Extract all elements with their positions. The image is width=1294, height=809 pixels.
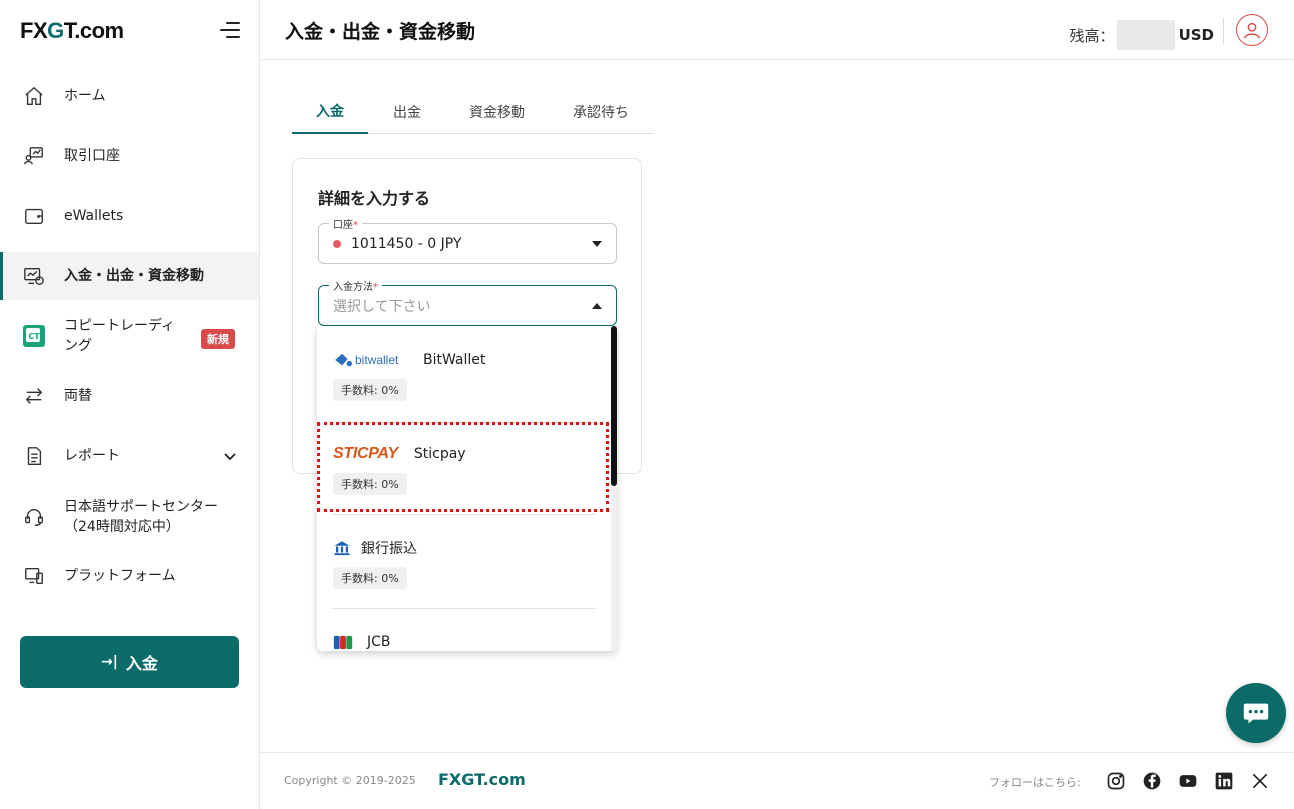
form-title: 詳細を入力する: [318, 189, 431, 208]
balance-value-masked: [1116, 20, 1175, 50]
account-select[interactable]: 口座* 1011450 - 0 JPY: [318, 216, 617, 264]
footer: Copyright © 2019-2025 FXGT.com フォローはこちら:: [260, 752, 1294, 809]
support-icon: [22, 505, 46, 529]
follow-label: フォローはこちら:: [989, 776, 1081, 789]
sidebar-item-label: 取引口座: [64, 148, 120, 164]
fee-badge: 手数料: 0%: [333, 379, 407, 401]
x-twitter-icon[interactable]: [1249, 770, 1271, 792]
option-divider: [333, 608, 596, 609]
dropdown-scrollbar[interactable]: [611, 326, 617, 651]
sidebar-item-exchange[interactable]: 両替: [0, 372, 259, 420]
sidebar-item-label: コピートレーディ ング: [64, 318, 176, 354]
sidebar-item-platform[interactable]: プラットフォーム: [0, 552, 259, 600]
facebook-icon[interactable]: [1141, 770, 1163, 792]
linkedin-icon[interactable]: [1213, 770, 1235, 792]
chat-support-button[interactable]: [1226, 683, 1286, 743]
exchange-icon: [22, 384, 46, 408]
account-select-value: 1011450 - 0 JPY: [351, 235, 462, 252]
tab-deposit[interactable]: 入金: [292, 96, 368, 134]
sidebar-item-ewallets[interactable]: eWallets: [0, 192, 259, 240]
fee-badge: 手数料: 0%: [333, 567, 407, 589]
option-bitwallet[interactable]: bitwallet BitWallet 手数料: 0%: [333, 349, 596, 401]
option-divider: [333, 514, 596, 515]
payment-method-select[interactable]: 入金方法* 選択して下さい: [318, 278, 617, 326]
caret-up-icon: [592, 303, 602, 309]
bitwallet-logo: bitwallet: [333, 352, 413, 368]
new-badge: 新規: [201, 329, 235, 349]
header-divider: [1223, 18, 1224, 44]
fee-badge: 手数料: 0%: [333, 473, 407, 495]
sidebar-item-home[interactable]: ホーム: [0, 72, 259, 120]
caret-down-icon: [592, 241, 602, 247]
deposit-button[interactable]: →| 入金: [20, 636, 239, 688]
home-icon: [22, 84, 46, 108]
header: 入金・出金・資金移動 残高： USD: [260, 0, 1294, 60]
bank-icon: [333, 539, 351, 557]
payment-method-placeholder: 選択して下さい: [333, 298, 431, 315]
option-jcb[interactable]: JCB: [333, 631, 596, 651]
balance: 残高： USD: [1070, 20, 1214, 50]
sidebar-item-label: プラットフォーム: [64, 568, 176, 584]
instagram-icon[interactable]: [1105, 770, 1127, 792]
sidebar-item-label: ホーム: [64, 88, 106, 104]
user-avatar-icon[interactable]: [1236, 14, 1268, 46]
sidebar-item-label: 両替: [64, 388, 92, 404]
sidebar-item-report[interactable]: レポート: [0, 432, 259, 480]
report-icon: [22, 444, 46, 468]
chevron-down-icon[interactable]: [222, 448, 238, 468]
tab-transfer[interactable]: 資金移動: [446, 96, 548, 134]
page-title: 入金・出金・資金移動: [285, 21, 476, 43]
option-bank-transfer[interactable]: 銀行振込 手数料: 0%: [333, 537, 596, 589]
footer-brand[interactable]: FXGT.com: [438, 770, 526, 789]
tab-pending[interactable]: 承認待ち: [548, 96, 654, 134]
menu-toggle-icon[interactable]: [218, 21, 240, 39]
option-sticpay[interactable]: STICPAY Sticpay 手数料: 0%: [333, 443, 596, 495]
payment-method-dropdown: bitwallet BitWallet 手数料: 0% STICPAY Stic…: [317, 326, 617, 651]
copy-trading-icon: CT: [22, 324, 46, 348]
sidebar-item-support[interactable]: 日本語サポートセンター （24時間対応中）: [0, 492, 259, 542]
sidebar-item-label: 日本語サポートセンター （24時間対応中）: [64, 499, 218, 535]
jcb-icon: [333, 635, 353, 650]
youtube-icon[interactable]: [1177, 770, 1199, 792]
sticpay-logo: STICPAY: [333, 445, 398, 462]
copyright-text: Copyright © 2019-2025: [284, 774, 416, 787]
sidebar-item-label: 入金・出金・資金移動: [64, 268, 204, 284]
status-dot: [333, 239, 341, 248]
sidebar-item-trading-account[interactable]: 取引口座: [0, 132, 259, 180]
sidebar: FXGT.com ホーム 取引口座 eWallets 入金・出金・資金移動 CT…: [0, 0, 260, 809]
trading-account-icon: [22, 144, 46, 168]
tab-withdraw[interactable]: 出金: [368, 96, 446, 134]
funds-icon: [22, 264, 46, 288]
bitwallet-icon: [335, 353, 352, 367]
sidebar-item-funds[interactable]: 入金・出金・資金移動: [0, 252, 259, 300]
wallet-icon: [22, 204, 46, 228]
funds-tabs: 入金 出金 資金移動 承認待ち: [292, 96, 654, 134]
scrollbar-thumb[interactable]: [611, 326, 617, 486]
chat-icon: [1243, 703, 1269, 724]
sidebar-item-label: eWallets: [64, 208, 124, 224]
sidebar-item-label: レポート: [64, 448, 120, 464]
sidebar-item-copy-trading[interactable]: CT コピートレーディ ング 新規: [0, 312, 259, 360]
fxgt-logo[interactable]: FXGT.com: [20, 18, 124, 44]
login-arrow-icon: →|: [101, 654, 118, 670]
platform-icon: [22, 564, 46, 588]
